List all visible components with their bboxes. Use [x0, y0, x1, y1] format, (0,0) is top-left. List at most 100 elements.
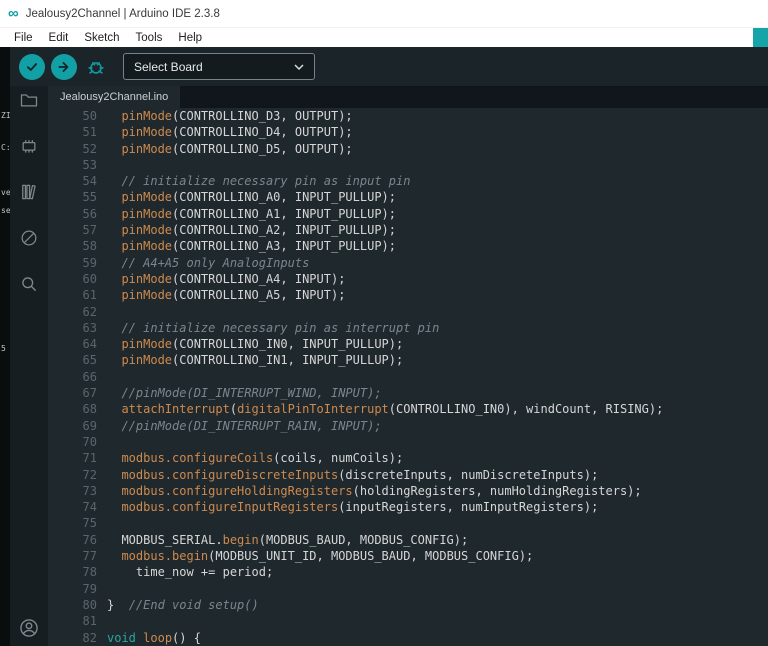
code-line[interactable]: 52 pinMode(CONTROLLINO_D5, OUTPUT);: [48, 141, 768, 157]
tab-jealousy2channel-ino[interactable]: Jealousy2Channel.ino: [48, 86, 181, 108]
background-text-fragment: C:\: [1, 143, 10, 152]
sidebar-item-boards-manager[interactable]: [17, 134, 41, 158]
sidebar-item-account[interactable]: [17, 616, 41, 640]
line-number: 52: [82, 141, 97, 156]
code-line[interactable]: 70: [48, 434, 768, 450]
code-line[interactable]: 57 pinMode(CONTROLLINO_A2, INPUT_PULLUP)…: [48, 222, 768, 238]
code-line[interactable]: 78 time_now += period;: [48, 564, 768, 580]
sidebar-item-sketchbook[interactable]: [17, 88, 41, 112]
background-text-fragment: ve: [1, 188, 10, 197]
upload-button[interactable]: [51, 53, 77, 80]
code-line[interactable]: 61 pinMode(CONTROLLINO_A5, INPUT);: [48, 287, 768, 303]
menu-sketch[interactable]: Sketch: [76, 32, 127, 44]
debug-button[interactable]: [83, 54, 109, 80]
line-number: 77: [82, 549, 97, 564]
code-line[interactable]: 73 modbus.configureHoldingRegisters(hold…: [48, 483, 768, 499]
line-number: 61: [82, 288, 97, 303]
line-number: 64: [82, 337, 97, 352]
code-text: pinMode(CONTROLLINO_A3, INPUT_PULLUP);: [121, 239, 396, 254]
line-number: 68: [82, 402, 97, 417]
line-number: 56: [82, 206, 97, 221]
sidebar-item-search[interactable]: [17, 272, 41, 296]
code-line[interactable]: 77 modbus.begin(MODBUS_UNIT_ID, MODBUS_B…: [48, 548, 768, 564]
code-line[interactable]: 59 // A4+A5 only AnalogInputs: [48, 255, 768, 271]
code-line[interactable]: 75: [48, 515, 768, 531]
code-line[interactable]: 81: [48, 613, 768, 629]
arduino-logo-icon: ∞: [8, 5, 19, 22]
code-text: } //End void setup(): [107, 597, 259, 612]
line-number: 53: [82, 157, 97, 172]
code-line[interactable]: 71 modbus.configureCoils(coils, numCoils…: [48, 450, 768, 466]
code-line[interactable]: 54 // initialize necessary pin as input …: [48, 173, 768, 189]
verify-button[interactable]: [19, 53, 45, 80]
board-selector-dropdown[interactable]: Select Board: [123, 53, 315, 80]
line-number: 73: [82, 483, 97, 498]
line-number: 72: [82, 467, 97, 482]
line-number: 74: [82, 500, 97, 515]
code-text: MODBUS_SERIAL.begin(MODBUS_BAUD, MODBUS_…: [107, 532, 469, 547]
code-text: pinMode(CONTROLLINO_D3, OUTPUT);: [121, 109, 353, 123]
line-number: 66: [82, 369, 97, 384]
code-line[interactable]: 56 pinMode(CONTROLLINO_A1, INPUT_PULLUP)…: [48, 206, 768, 222]
sidebar-item-library-manager[interactable]: [17, 180, 41, 204]
line-number: 82: [82, 630, 97, 645]
code-text: // A4+A5 only AnalogInputs: [121, 255, 310, 270]
code-line[interactable]: 63 // initialize necessary pin as interr…: [48, 320, 768, 336]
library-books-icon: [19, 182, 39, 202]
code-line[interactable]: 62: [48, 304, 768, 320]
code-editor[interactable]: 50 pinMode(CONTROLLINO_D3, OUTPUT); 51 pi…: [48, 108, 768, 646]
background-text-fragment: ZIM: [1, 111, 10, 120]
code-line[interactable]: 51 pinMode(CONTROLLINO_D4, OUTPUT);: [48, 124, 768, 140]
line-number: 60: [82, 271, 97, 286]
code-line[interactable]: 68 attachInterrupt(digitalPinToInterrupt…: [48, 401, 768, 417]
code-line[interactable]: 53: [48, 157, 768, 173]
code-text: // initialize necessary pin as input pin: [121, 174, 411, 189]
code-text: modbus.configureDiscreteInputs(discreteI…: [121, 467, 599, 482]
line-number: 58: [82, 239, 97, 254]
sidebar-item-debug[interactable]: [17, 226, 41, 250]
code-text: modbus.configureCoils(coils, numCoils);: [121, 451, 404, 466]
line-number: 81: [82, 614, 97, 629]
code-line[interactable]: 66: [48, 369, 768, 385]
line-number: 78: [82, 565, 97, 580]
code-area: 50 pinMode(CONTROLLINO_D3, OUTPUT); 51 pi…: [48, 108, 768, 646]
line-number: 59: [82, 255, 97, 270]
code-line[interactable]: 67 //pinMode(DI_INTERRUPT_WIND, INPUT);: [48, 385, 768, 401]
line-number: 62: [82, 304, 97, 319]
code-line[interactable]: 55 pinMode(CONTROLLINO_A0, INPUT_PULLUP)…: [48, 189, 768, 205]
check-icon: [25, 60, 39, 74]
code-line[interactable]: 74 modbus.configureInputRegisters(inputR…: [48, 499, 768, 515]
code-text: void loop() {: [107, 630, 201, 645]
menu-file[interactable]: File: [6, 32, 41, 44]
menu-edit[interactable]: Edit: [41, 32, 77, 44]
code-text: // initialize necessary pin as interrupt…: [121, 320, 440, 335]
menu-tools[interactable]: Tools: [128, 32, 171, 44]
code-text: pinMode(CONTROLLINO_A5, INPUT);: [121, 288, 346, 303]
code-line[interactable]: 65 pinMode(CONTROLLINO_IN1, INPUT_PULLUP…: [48, 352, 768, 368]
line-number: 55: [82, 190, 97, 205]
menubar-items: File Edit Sketch Tools Help: [6, 32, 210, 44]
code-line[interactable]: 60 pinMode(CONTROLLINO_A4, INPUT);: [48, 271, 768, 287]
code-line[interactable]: 64 pinMode(CONTROLLINO_IN0, INPUT_PULLUP…: [48, 336, 768, 352]
line-number: 80: [82, 597, 97, 612]
code-line[interactable]: 76 MODBUS_SERIAL.begin(MODBUS_BAUD, MODB…: [48, 532, 768, 548]
code-line[interactable]: 69 //pinMode(DI_INTERRUPT_RAIN, INPUT);: [48, 418, 768, 434]
background-text-fragment: 5: [1, 344, 6, 353]
menu-help[interactable]: Help: [170, 32, 210, 44]
code-line[interactable]: 82 void loop() {: [48, 630, 768, 646]
code-line[interactable]: 50 pinMode(CONTROLLINO_D3, OUTPUT);: [48, 108, 768, 124]
boards-manager-chip-icon: [19, 136, 39, 156]
line-number: 75: [82, 516, 97, 531]
code-text: pinMode(CONTROLLINO_D4, OUTPUT);: [121, 125, 353, 140]
code-text: pinMode(CONTROLLINO_A4, INPUT);: [121, 271, 346, 286]
code-line[interactable]: 72 modbus.configureDiscreteInputs(discre…: [48, 467, 768, 483]
code-line[interactable]: 58 pinMode(CONTROLLINO_A3, INPUT_PULLUP)…: [48, 238, 768, 254]
code-line[interactable]: 79: [48, 581, 768, 597]
line-number: 69: [82, 418, 97, 433]
code-line[interactable]: 80 } //End void setup(): [48, 597, 768, 613]
tab-label: Jealousy2Channel.ino: [60, 91, 169, 103]
code-text: modbus.configureInputRegisters(inputRegi…: [121, 500, 599, 515]
line-number: 65: [82, 353, 97, 368]
line-number: 63: [82, 320, 97, 335]
arrow-right-icon: [57, 60, 71, 74]
